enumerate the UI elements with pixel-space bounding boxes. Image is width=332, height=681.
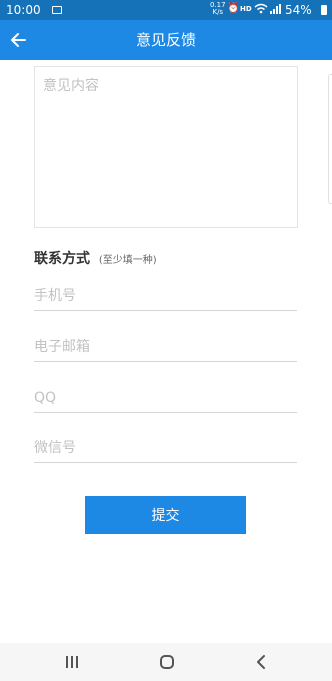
side-panel-handle[interactable]: [328, 74, 332, 204]
alarm-icon: ⏰: [227, 3, 240, 14]
network-speed: 0.17 K/s: [210, 2, 226, 16]
battery-icon: [321, 5, 327, 15]
image-notification-icon: [52, 6, 62, 14]
network-speed-unit: K/s: [212, 8, 224, 16]
submit-button[interactable]: 提交: [85, 496, 246, 534]
page-title: 意见反馈: [135, 31, 196, 49]
system-back-button[interactable]: [254, 654, 268, 670]
phone-input[interactable]: [34, 281, 297, 310]
contact-heading: 联系方式 (至少填一种): [34, 248, 157, 268]
qq-field: [34, 383, 297, 413]
recent-apps-icon-bar: [71, 656, 73, 668]
arrow-left-icon: [11, 33, 26, 47]
phone-field: [34, 281, 297, 311]
chevron-left-icon: [257, 655, 265, 669]
back-button[interactable]: [6, 26, 34, 54]
contact-heading-label: 联系方式: [34, 251, 90, 267]
feedback-textarea-container: [34, 66, 298, 228]
wifi-signal-icon: [254, 3, 282, 18]
feedback-textarea[interactable]: [35, 67, 297, 227]
wechat-field: [34, 433, 297, 463]
qq-input[interactable]: [34, 383, 297, 412]
wechat-input[interactable]: [34, 433, 297, 462]
hd-badge: HD: [240, 5, 252, 13]
recent-apps-icon-bar: [76, 656, 78, 668]
email-input[interactable]: [34, 332, 297, 361]
system-nav-bar: [0, 643, 332, 681]
home-button[interactable]: [160, 655, 174, 669]
app-header: 意见反馈: [0, 20, 332, 60]
status-bar: 10:00 0.17 K/s ⏰ HD 54%: [0, 0, 332, 20]
status-time: 10:00: [6, 3, 41, 17]
recent-apps-icon-bar: [66, 656, 68, 668]
email-field: [34, 332, 297, 362]
recent-apps-button[interactable]: [66, 656, 80, 668]
battery-percent: 54%: [285, 3, 312, 17]
contact-hint: (至少填一种): [98, 255, 157, 266]
